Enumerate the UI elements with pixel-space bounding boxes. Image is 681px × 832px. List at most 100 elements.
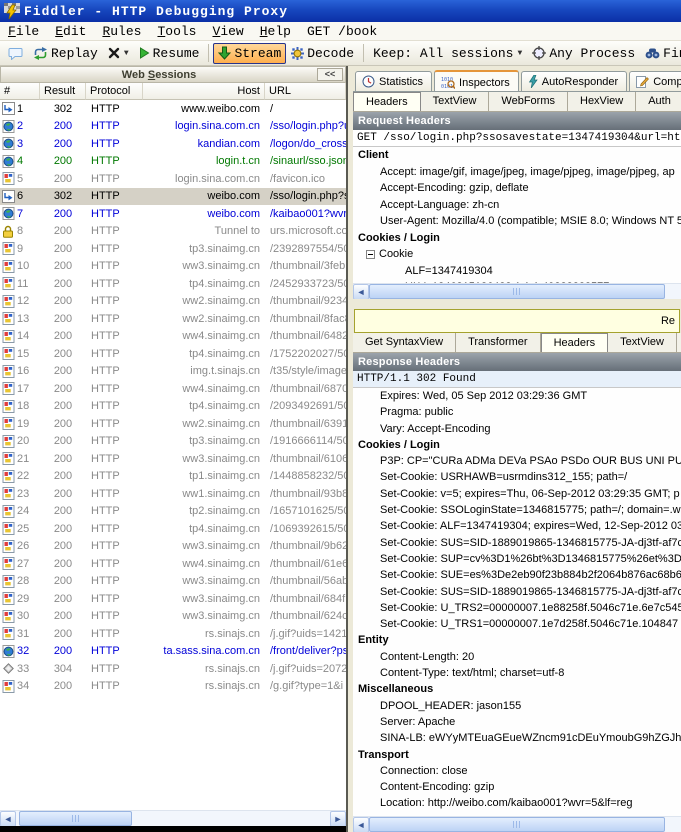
menu-rules[interactable]: Rules <box>94 22 149 40</box>
scroll-thumb[interactable] <box>19 811 132 826</box>
inspector-panel: Statistics10100101InspectorsAutoResponde… <box>353 66 681 832</box>
comment-button[interactable] <box>3 44 28 63</box>
session-row-11[interactable]: 11200HTTPtp4.sinaimg.cn/2452933723/50 <box>0 275 346 293</box>
menu-file[interactable]: File <box>0 22 47 40</box>
session-host: ww1.sinaimg.cn <box>143 488 265 500</box>
session-row-9[interactable]: 9200HTTPtp3.sinaimg.cn/2392897554/50 <box>0 240 346 258</box>
sessions-horizontal-scrollbar[interactable]: ◄ ► <box>0 810 346 826</box>
session-row-25[interactable]: 25200HTTPtp4.sinaimg.cn/1069392615/50 <box>0 520 346 538</box>
session-row-21[interactable]: 21200HTTPww3.sinaimg.cn/thumbnail/6106 <box>0 450 346 468</box>
session-row-24[interactable]: 24200HTTPtp2.sinaimg.cn/1657101625/50 <box>0 503 346 521</box>
decode-toggle[interactable]: Decode <box>286 43 359 64</box>
session-row-5[interactable]: 5200HTTPlogin.sina.com.cn/favicon.ico <box>0 170 346 188</box>
scroll-track[interactable] <box>16 811 330 826</box>
session-row-7[interactable]: 7200HTTPweibo.com/kaibao001?wvr= <box>0 205 346 223</box>
header-line: Set-Cookie: SUS=SID-1889019865-134681577… <box>353 535 681 551</box>
request-tab-auth[interactable]: Auth <box>636 92 681 111</box>
column-header-url[interactable]: URL <box>265 83 346 100</box>
request-horizontal-scrollbar[interactable]: ◄ <box>353 283 681 299</box>
response-tab-headers[interactable]: Headers <box>541 333 609 352</box>
session-row-32[interactable]: 32200HTTPta.sass.sina.com.cn/front/deliv… <box>0 643 346 661</box>
session-row-8[interactable]: 8200HTTPTunnel tours.microsoft.co <box>0 223 346 241</box>
menu-get-book[interactable]: GET /book <box>299 22 385 40</box>
stream-toggle[interactable]: Stream <box>213 43 286 64</box>
session-row-23[interactable]: 23200HTTPww1.sinaimg.cn/thumbnail/93b8 <box>0 485 346 503</box>
menu-tools[interactable]: Tools <box>149 22 204 40</box>
remove-button[interactable]: ▼ <box>103 44 134 62</box>
request-tab-hexview[interactable]: HexView <box>568 92 636 111</box>
session-row-18[interactable]: 18200HTTPtp4.sinaimg.cn/2093492691/50 <box>0 398 346 416</box>
response-horizontal-scrollbar[interactable]: ◄ <box>353 816 681 832</box>
session-row-13[interactable]: 13200HTTPww2.sinaimg.cn/thumbnail/8fac8 <box>0 310 346 328</box>
column-header-protocol[interactable]: Protocol <box>86 83 143 100</box>
image-icon <box>2 400 15 413</box>
session-row-19[interactable]: 19200HTTPww2.sinaimg.cn/thumbnail/6391 <box>0 415 346 433</box>
scroll-right-arrow[interactable]: ► <box>330 811 346 827</box>
session-url: /thumbnail/6106 <box>265 453 346 465</box>
resume-button[interactable]: Resume <box>134 43 205 64</box>
response-tab-get-syntaxview[interactable]: Get SyntaxView <box>353 333 456 352</box>
scroll-track[interactable] <box>369 284 681 299</box>
column-header-num[interactable]: # <box>0 83 40 100</box>
response-tab-textview[interactable]: TextView <box>608 333 677 352</box>
session-row-27[interactable]: 27200HTTPww4.sinaimg.cn/thumbnail/61e6 <box>0 555 346 573</box>
session-row-20[interactable]: 20200HTTPtp3.sinaimg.cn/1916666114/50 <box>0 433 346 451</box>
scroll-left-arrow[interactable]: ◄ <box>353 817 369 832</box>
session-row-15[interactable]: 15200HTTPtp4.sinaimg.cn/1752202027/50 <box>0 345 346 363</box>
session-row-1[interactable]: 1302HTTPwww.weibo.com/ <box>0 100 346 118</box>
column-header-host[interactable]: Host <box>143 83 265 100</box>
menu-edit[interactable]: Edit <box>47 22 94 40</box>
collapse-panel-button[interactable]: << <box>317 68 343 81</box>
tab-autoresponder[interactable]: AutoResponder <box>521 71 627 91</box>
globe-icon <box>2 155 15 168</box>
image-icon <box>2 260 15 273</box>
session-row-22[interactable]: 22200HTTPtp1.sinaimg.cn/1448858232/50 <box>0 468 346 486</box>
response-encoded-warning[interactable]: Re <box>354 309 680 333</box>
session-number: 23 <box>17 488 29 500</box>
request-tab-webforms[interactable]: WebForms <box>489 92 568 111</box>
session-row-16[interactable]: 16200HTTPimg.t.sinajs.cn/t35/style/image <box>0 363 346 381</box>
session-row-17[interactable]: 17200HTTPww4.sinaimg.cn/thumbnail/6870 <box>0 380 346 398</box>
session-row-34[interactable]: 34200HTTPrs.sinajs.cn/g.gif?type=1&i <box>0 678 346 696</box>
session-row-6[interactable]: 6302HTTPweibo.com/sso/login.php?s <box>0 188 346 206</box>
column-header-result[interactable]: Result <box>40 83 86 100</box>
response-status-line: HTTP/1.1 302 Found <box>353 371 681 388</box>
menu-view[interactable]: View <box>205 22 252 40</box>
replay-button[interactable]: Replay <box>28 43 103 64</box>
session-row-4[interactable]: 4200HTTPlogin.t.cn/sinaurl/sso.json <box>0 153 346 171</box>
tab-inspectors[interactable]: 10100101Inspectors <box>434 70 519 92</box>
session-row-31[interactable]: 31200HTTPrs.sinajs.cn/j.gif?uids=1421 <box>0 625 346 643</box>
header-line: SINA-LB: eWYyMTEuaGEueWZncm91cDEuYmoubG9… <box>353 730 681 746</box>
request-response-splitter[interactable] <box>353 299 681 309</box>
scroll-thumb[interactable] <box>369 284 665 299</box>
session-row-29[interactable]: 29200HTTPww3.sinaimg.cn/thumbnail/684f <box>0 590 346 608</box>
any-process-button[interactable]: Any Process <box>527 43 640 64</box>
session-row-30[interactable]: 30200HTTPww3.sinaimg.cn/thumbnail/624c <box>0 608 346 626</box>
response-tab-transformer[interactable]: Transformer <box>456 333 541 352</box>
session-result: 302 <box>40 103 86 115</box>
session-row-12[interactable]: 12200HTTPww2.sinaimg.cn/thumbnail/9234 <box>0 293 346 311</box>
session-row-3[interactable]: 3200HTTPkandian.com/logon/do_cross <box>0 135 346 153</box>
session-row-28[interactable]: 28200HTTPww3.sinaimg.cn/thumbnail/56ab <box>0 573 346 591</box>
find-button[interactable]: Find <box>640 43 681 64</box>
tab-comp[interactable]: Comp <box>629 71 681 91</box>
fiddler-window: Fiddler - HTTP Debugging Proxy FileEditR… <box>0 0 681 832</box>
collapse-expander-icon[interactable] <box>366 250 375 259</box>
session-row-10[interactable]: 10200HTTPww3.sinaimg.cn/thumbnail/3feb <box>0 258 346 276</box>
session-number: 21 <box>17 453 29 465</box>
scroll-thumb[interactable] <box>369 817 665 832</box>
request-tab-textview[interactable]: TextView <box>421 92 490 111</box>
session-row-33[interactable]: 33304HTTPrs.sinajs.cn/j.gif?uids=2072 <box>0 660 346 678</box>
keep-sessions-dropdown[interactable]: Keep: All sessions▼ <box>368 43 527 64</box>
scroll-left-arrow[interactable]: ◄ <box>0 811 16 827</box>
session-number: 11 <box>17 278 28 290</box>
session-row-26[interactable]: 26200HTTPww3.sinaimg.cn/thumbnail/9b62 <box>0 538 346 556</box>
menu-help[interactable]: Help <box>252 22 299 40</box>
session-row-2[interactable]: 2200HTTPlogin.sina.com.cn/sso/login.php?… <box>0 118 346 136</box>
scroll-left-arrow[interactable]: ◄ <box>353 284 369 300</box>
session-row-14[interactable]: 14200HTTPww4.sinaimg.cn/thumbnail/6482 <box>0 328 346 346</box>
request-tab-headers[interactable]: Headers <box>353 92 421 111</box>
scroll-track[interactable] <box>369 817 681 832</box>
tab-statistics[interactable]: Statistics <box>355 71 432 91</box>
response-tab-im[interactable]: Im <box>677 333 681 352</box>
